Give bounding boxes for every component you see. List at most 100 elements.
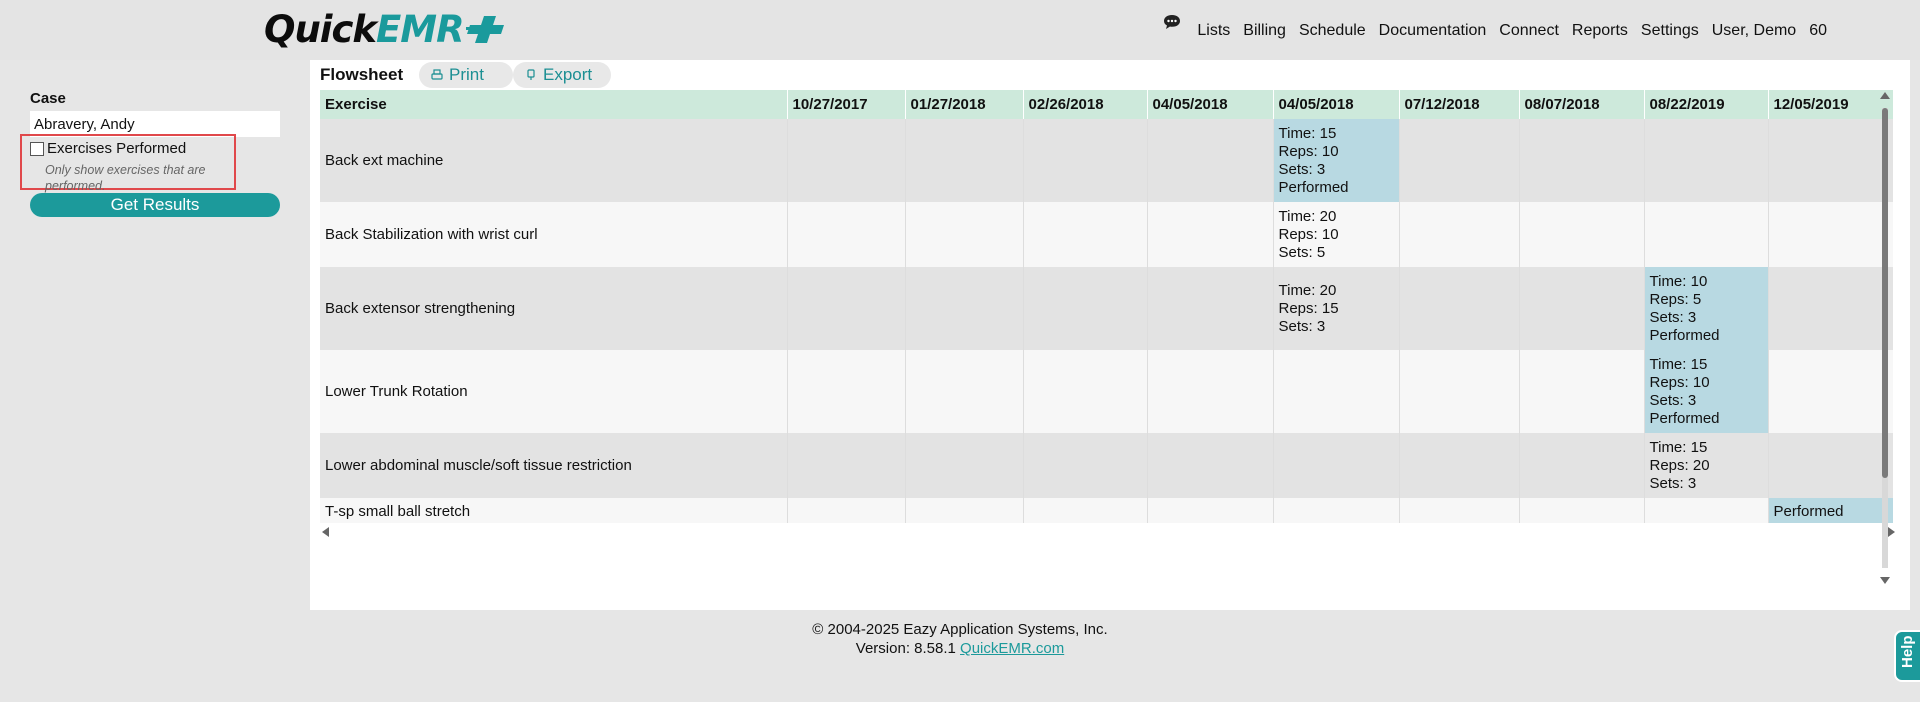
exercise-data-cell[interactable] bbox=[905, 267, 1024, 350]
flowsheet-table: Exercise 10/27/2017 01/27/2018 02/26/2018 04… bbox=[320, 90, 1893, 523]
column-header-date[interactable]: 04/05/2018 bbox=[1147, 90, 1274, 119]
exercise-data-cell[interactable] bbox=[1519, 119, 1645, 202]
exercise-data-cell[interactable] bbox=[1023, 498, 1148, 523]
exercise-data-cell[interactable] bbox=[1399, 202, 1520, 267]
chat-bubble-icon[interactable] bbox=[1163, 14, 1181, 30]
exercise-data-cell[interactable] bbox=[905, 433, 1024, 498]
scroll-left-arrow-icon[interactable] bbox=[322, 527, 329, 537]
table-row[interactable]: Lower abdominal muscle/soft tissue restr… bbox=[320, 433, 1893, 498]
quickemr-logo[interactable]: Quick EMR bbox=[264, 8, 512, 51]
exercise-data-cell[interactable] bbox=[1644, 202, 1769, 267]
exercise-data-cell[interactable] bbox=[905, 498, 1024, 523]
exercise-data-cell[interactable] bbox=[787, 119, 906, 202]
exercise-data-cell[interactable]: Time: 15 Reps: 10 Sets: 3 Performed bbox=[1644, 350, 1769, 433]
column-header-date[interactable]: 08/22/2019 bbox=[1644, 90, 1769, 119]
exercise-data-cell[interactable] bbox=[1768, 267, 1893, 350]
column-header-date[interactable]: 10/27/2017 bbox=[787, 90, 906, 119]
column-header-date[interactable]: 08/07/2018 bbox=[1519, 90, 1645, 119]
cell-line: Time: 20 bbox=[1278, 207, 1337, 225]
exercise-data-cell[interactable] bbox=[1768, 433, 1893, 498]
exercise-data-cell[interactable]: Time: 15 Reps: 10 Sets: 3 Performed bbox=[1273, 119, 1400, 202]
exercise-data-cell[interactable] bbox=[1644, 498, 1769, 523]
exercise-data-cell[interactable] bbox=[1519, 267, 1645, 350]
exercises-performed-row[interactable]: Exercises Performed bbox=[30, 140, 186, 157]
exercise-data-cell[interactable] bbox=[1519, 498, 1645, 523]
nav-billing[interactable]: Billing bbox=[1243, 22, 1286, 40]
exercise-data-cell[interactable] bbox=[787, 350, 906, 433]
exercise-data-cell[interactable] bbox=[1147, 119, 1274, 202]
column-header-date[interactable]: 07/12/2018 bbox=[1399, 90, 1520, 119]
exercise-data-cell[interactable] bbox=[905, 350, 1024, 433]
nav-documentation[interactable]: Documentation bbox=[1379, 22, 1487, 40]
horizontal-scrollbar[interactable] bbox=[322, 526, 1895, 538]
exercises-performed-checkbox[interactable] bbox=[30, 141, 44, 156]
table-row[interactable]: Back extensor strengthening Time: 20 Reps:… bbox=[320, 267, 1893, 350]
exercise-data-cell[interactable] bbox=[1399, 350, 1520, 433]
exercise-data-cell[interactable] bbox=[1519, 350, 1645, 433]
table-row[interactable]: Back Stabilization with wrist curl Time: … bbox=[320, 202, 1893, 267]
exercise-data-cell[interactable] bbox=[1147, 202, 1274, 267]
scroll-up-arrow-icon[interactable] bbox=[1880, 92, 1890, 99]
column-header-date[interactable]: 04/05/2018 bbox=[1273, 90, 1400, 119]
exercise-data-cell[interactable] bbox=[1768, 119, 1893, 202]
column-header-date[interactable]: 02/26/2018 bbox=[1023, 90, 1148, 119]
exercise-data-cell[interactable] bbox=[1023, 119, 1148, 202]
exercise-data-cell[interactable]: Time: 20 Reps: 10 Sets: 5 bbox=[1273, 202, 1400, 267]
exercise-data-cell[interactable] bbox=[1023, 202, 1148, 267]
exercise-data-cell[interactable] bbox=[1519, 433, 1645, 498]
scroll-thumb[interactable] bbox=[1882, 108, 1888, 478]
help-tab[interactable]: Help bbox=[1894, 630, 1920, 682]
exercise-data-cell[interactable] bbox=[787, 202, 906, 267]
exercise-data-cell[interactable] bbox=[1519, 202, 1645, 267]
table-row[interactable]: Back ext machine Time: 15 Reps: 10 Sets: 3P… bbox=[320, 119, 1893, 202]
column-header-exercise[interactable]: Exercise bbox=[320, 90, 788, 119]
exercise-data-cell[interactable] bbox=[905, 119, 1024, 202]
nav-settings[interactable]: Settings bbox=[1641, 22, 1699, 40]
nav-reports[interactable]: Reports bbox=[1572, 22, 1628, 40]
scroll-down-arrow-icon[interactable] bbox=[1880, 577, 1890, 584]
exercise-data-cell[interactable] bbox=[1023, 267, 1148, 350]
table-row[interactable]: Lower Trunk Rotation Time: 15 Reps: 10 Sets… bbox=[320, 350, 1893, 433]
nav-connect[interactable]: Connect bbox=[1499, 22, 1559, 40]
nav-schedule[interactable]: Schedule bbox=[1299, 22, 1366, 40]
exercise-data-cell[interactable]: Time: 10 Reps: 5 Sets: 3 Performed bbox=[1644, 267, 1769, 350]
column-header-date[interactable]: 01/27/2018 bbox=[905, 90, 1024, 119]
exercise-data-cell[interactable] bbox=[1273, 350, 1400, 433]
get-results-button[interactable]: Get Results bbox=[30, 193, 280, 217]
exercise-data-cell[interactable]: Time: 15 Reps: 20 Sets: 3 bbox=[1644, 433, 1769, 498]
exercise-data-cell[interactable] bbox=[1273, 433, 1400, 498]
nav-user-menu[interactable]: User, Demo bbox=[1712, 22, 1796, 40]
scroll-right-arrow-icon[interactable] bbox=[1888, 527, 1895, 537]
nav-lists[interactable]: Lists bbox=[1197, 22, 1230, 40]
vertical-scrollbar[interactable] bbox=[1877, 92, 1893, 584]
exercise-data-cell[interactable] bbox=[1644, 119, 1769, 202]
exercise-data-cell[interactable] bbox=[1768, 202, 1893, 267]
exercise-name-cell: Lower Trunk Rotation bbox=[320, 350, 788, 433]
exercise-data-cell[interactable] bbox=[1023, 433, 1148, 498]
column-header-date[interactable]: 12/05/2019 bbox=[1768, 90, 1893, 119]
exercise-data-cell[interactable] bbox=[905, 202, 1024, 267]
exercise-data-cell[interactable] bbox=[1399, 267, 1520, 350]
exercise-data-cell[interactable]: Time: 20 Reps: 15 Sets: 3 bbox=[1273, 267, 1400, 350]
exercise-data-cell[interactable] bbox=[1147, 433, 1274, 498]
exercise-data-cell[interactable]: Performed bbox=[1768, 498, 1893, 523]
exercise-data-cell[interactable] bbox=[1023, 350, 1148, 433]
print-button[interactable]: Print bbox=[419, 62, 513, 88]
exercise-data-cell[interactable] bbox=[1399, 119, 1520, 202]
flowsheet-table-container[interactable]: Exercise 10/27/2017 01/27/2018 02/26/2018 04… bbox=[320, 90, 1893, 523]
exercise-data-cell[interactable] bbox=[1768, 350, 1893, 433]
exercise-data-cell[interactable] bbox=[787, 498, 906, 523]
exercise-data-cell[interactable] bbox=[1147, 350, 1274, 433]
exercise-data-cell[interactable] bbox=[1147, 498, 1274, 523]
export-button[interactable]: Export bbox=[513, 62, 611, 88]
exercise-data-cell[interactable] bbox=[1399, 498, 1520, 523]
table-row[interactable]: T-sp small ball stretch Performed bbox=[320, 498, 1893, 523]
exercise-data-cell[interactable] bbox=[1399, 433, 1520, 498]
exercise-data-cell[interactable] bbox=[1273, 498, 1400, 523]
quickemr-link[interactable]: QuickEMR.com bbox=[960, 640, 1064, 657]
page-footer: © 2004-2025 Eazy Application Systems, In… bbox=[0, 620, 1920, 658]
exercise-data-cell[interactable] bbox=[787, 267, 906, 350]
exercises-performed-label[interactable]: Exercises Performed bbox=[47, 140, 186, 157]
exercise-data-cell[interactable] bbox=[1147, 267, 1274, 350]
exercise-data-cell[interactable] bbox=[787, 433, 906, 498]
